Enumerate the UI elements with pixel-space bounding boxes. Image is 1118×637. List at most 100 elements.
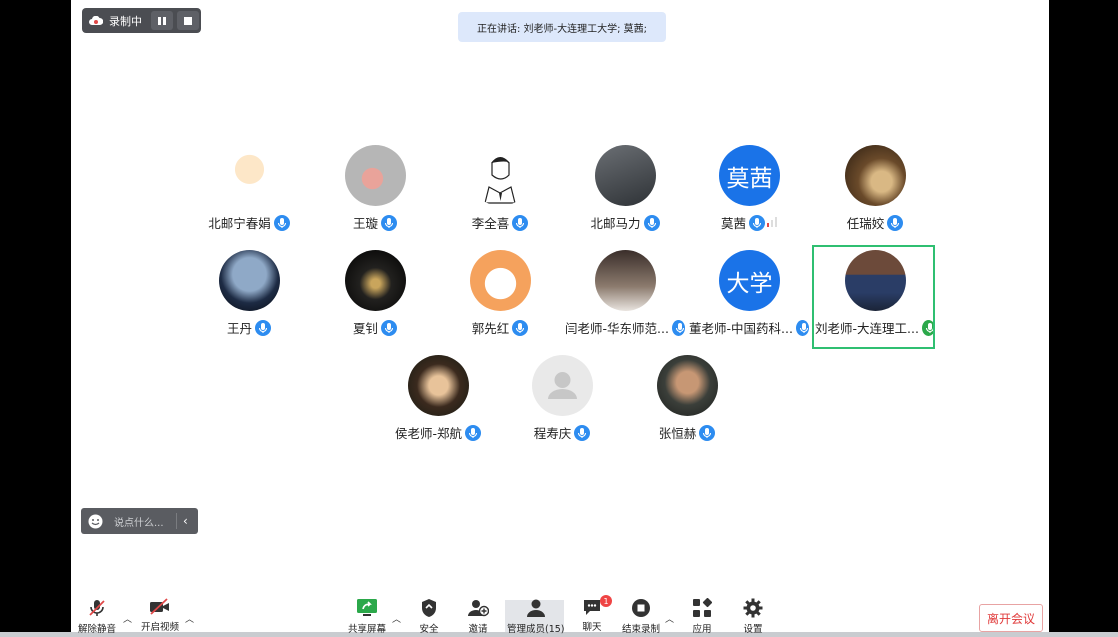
participant-name: 李全喜 (471, 216, 510, 231)
participant-name-row: 程寿庆 (502, 423, 622, 442)
participant-name: 夏钊 (352, 321, 378, 336)
mute-options-caret-icon[interactable]: ︿ (123, 612, 132, 625)
mic-icon (671, 319, 685, 336)
avatar: 莫茜 (719, 145, 780, 206)
pause-recording-button[interactable] (151, 11, 173, 30)
avatar (470, 250, 531, 311)
participant-tile[interactable]: 任瑞姣 (815, 145, 935, 245)
signal-icon (767, 215, 777, 230)
participant-name-row: 闫老师-华东师范... (565, 318, 685, 337)
cloud-record-icon (89, 15, 103, 26)
participant-tile[interactable]: 郭先红 (440, 250, 560, 350)
mic-icon (574, 424, 591, 441)
participant-tile[interactable]: 张恒赫 (627, 355, 747, 455)
leave-meeting-button[interactable]: 离开会议 (979, 604, 1043, 632)
avatar (345, 250, 406, 311)
participant-name-row: 任瑞姣 (815, 213, 935, 232)
participant-tile[interactable]: 夏钊 (315, 250, 435, 350)
mic-icon (381, 214, 397, 231)
invite-button[interactable]: 邀请 (466, 598, 490, 635)
chat-quick-input[interactable]: 说点什么... ‹ (81, 508, 198, 534)
participant-name: 程寿庆 (533, 426, 572, 441)
gear-icon (741, 598, 765, 618)
avatar (219, 145, 280, 206)
unmute-label: 解除静音 (78, 624, 117, 635)
participant-name-row: 郭先红 (440, 318, 560, 337)
chat-button[interactable]: 1 聊天 (580, 595, 612, 633)
participant-name-row: 莫茜 (689, 213, 809, 232)
participant-name-row: 侯老师-郑航 (378, 423, 498, 442)
share-screen-button[interactable]: 共享屏幕 (348, 598, 387, 635)
emoji-icon[interactable] (88, 514, 103, 529)
avatar (532, 355, 593, 416)
manage-members-button[interactable]: 管理成员(15) (507, 598, 565, 635)
participant-name-row: 夏钊 (315, 318, 435, 337)
chat-bubble-icon: 1 (580, 595, 612, 616)
participant-name: 任瑞姣 (846, 216, 885, 231)
participant-name-row: 王璇 (315, 213, 435, 232)
mic-icon (465, 424, 481, 441)
start-video-label: 开启视频 (141, 622, 180, 633)
recording-options-caret-icon[interactable]: ︿ (665, 612, 674, 625)
start-video-button[interactable]: 开启视频 (141, 598, 180, 633)
end-recording-button[interactable]: 结束录制 (622, 598, 661, 635)
stop-recording-button[interactable] (177, 11, 199, 30)
mic-icon (699, 424, 716, 441)
avatar: 大学 (719, 250, 780, 311)
security-button[interactable]: 安全 (417, 598, 441, 635)
avatar (219, 250, 280, 311)
settings-button[interactable]: 设置 (741, 598, 765, 635)
apps-button[interactable]: 应用 (690, 598, 714, 635)
avatar (470, 145, 531, 206)
participant-name: 北邮马力 (590, 216, 641, 231)
mic-icon (749, 214, 765, 231)
video-off-icon (148, 598, 172, 616)
participant-name-row: 董老师-中国药科... (689, 318, 809, 337)
avatar (657, 355, 718, 416)
participant-name-row: 李全喜 (440, 213, 560, 232)
participant-tile[interactable]: 北邮马力 (565, 145, 685, 245)
participant-tile[interactable]: 大学董老师-中国药科... (689, 250, 809, 350)
video-options-caret-icon[interactable]: ︿ (185, 612, 194, 625)
participant-name: 张恒赫 (658, 426, 697, 441)
pause-icon (158, 16, 166, 25)
share-options-caret-icon[interactable]: ︿ (392, 612, 401, 625)
participant-name-row: 张恒赫 (627, 423, 747, 442)
settings-label: 设置 (743, 624, 763, 635)
participant-name: 侯老师-郑航 (394, 426, 462, 441)
end-recording-label: 结束录制 (622, 624, 661, 635)
shield-icon (417, 598, 441, 618)
recording-label: 录制中 (109, 14, 142, 28)
participant-name: 北邮宁春娟 (208, 216, 271, 231)
mic-icon (273, 214, 290, 231)
participant-tile[interactable]: 李全喜 (440, 145, 560, 245)
participant-tile[interactable]: 王丹 (189, 250, 309, 350)
collapse-chevron-icon[interactable]: ‹ (183, 514, 188, 528)
participant-tile[interactable]: 程寿庆 (502, 355, 622, 455)
divider (176, 513, 177, 529)
participant-name-row: 北邮宁春娟 (189, 213, 309, 232)
unmute-button[interactable]: 解除静音 (78, 598, 117, 635)
share-screen-icon (355, 598, 379, 618)
avatar (595, 250, 656, 311)
participant-tile[interactable]: 王璇 (315, 145, 435, 245)
invite-label: 邀请 (468, 624, 488, 635)
chat-label: 聊天 (582, 622, 602, 633)
avatar (408, 355, 469, 416)
avatar (345, 145, 406, 206)
members-icon (524, 598, 548, 618)
participant-tile[interactable]: 闫老师-华东师范... (565, 250, 685, 350)
participant-tile[interactable]: 侯老师-郑航 (378, 355, 498, 455)
mic-icon (643, 214, 660, 231)
active-speaker-frame (812, 245, 935, 349)
participant-tile[interactable]: 莫茜 莫茜 (689, 145, 809, 245)
security-label: 安全 (419, 624, 439, 635)
recording-indicator: 录制中 (82, 8, 201, 33)
mic-icon (255, 319, 271, 336)
share-screen-label: 共享屏幕 (348, 624, 387, 635)
chat-unread-badge: 1 (600, 595, 612, 607)
participant-tile[interactable]: 北邮宁春娟 (189, 145, 309, 245)
mic-icon (381, 319, 397, 336)
participant-name: 董老师-中国药科... (689, 321, 793, 336)
participant-name: 闫老师-华东师范... (565, 321, 669, 336)
